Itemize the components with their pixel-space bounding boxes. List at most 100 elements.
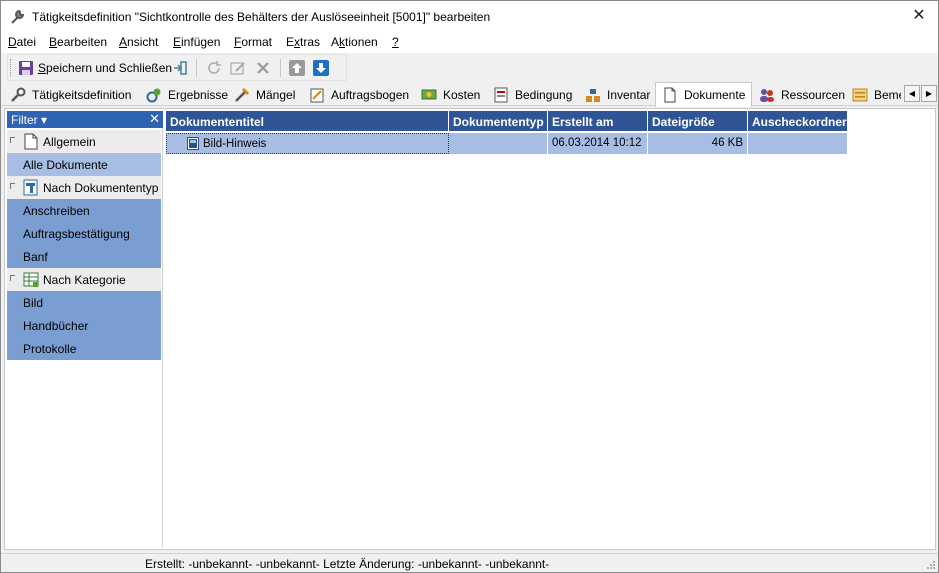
wrench-icon bbox=[11, 87, 26, 102]
tab-maengel[interactable]: Mängel bbox=[228, 84, 302, 106]
cell-dateigroesse[interactable]: 46 KB bbox=[648, 133, 748, 154]
tab-label: Bedingung bbox=[515, 88, 573, 102]
toolbar-separator bbox=[280, 59, 281, 77]
filter-item-label: Handbücher bbox=[23, 319, 89, 333]
tab-bedingung[interactable]: Bedingung bbox=[487, 84, 579, 106]
collapse-icon[interactable] bbox=[10, 183, 15, 189]
inventory-icon bbox=[586, 89, 600, 102]
filter-header: Filter ▾ ✕ bbox=[7, 111, 163, 128]
collapse-icon[interactable] bbox=[10, 275, 15, 281]
resources-icon bbox=[760, 89, 774, 102]
menu-datei[interactable]: Datei bbox=[8, 35, 36, 49]
wrench-icon bbox=[11, 9, 25, 24]
filter-item-protokolle[interactable]: Protokolle bbox=[7, 337, 161, 360]
table-row[interactable]: Bild-Hinweis bbox=[166, 133, 449, 154]
resize-grip-icon[interactable] bbox=[926, 560, 936, 570]
document-type-icon bbox=[23, 179, 38, 196]
main-window: Tätigkeitsdefinition "Sichtkontrolle des… bbox=[0, 0, 939, 573]
delete-button[interactable] bbox=[255, 58, 271, 78]
filter-group-label: Allgemein bbox=[43, 135, 96, 149]
tab-strip: Tätigkeitsdefinition Ergebnisse Mängel A… bbox=[1, 82, 938, 107]
status-bar: Erstellt: -unbekannt- -unbekannt- Letzte… bbox=[1, 553, 938, 572]
filter-group-allgemein[interactable]: Allgemein bbox=[7, 130, 161, 153]
save-and-close-button[interactable]: Speichern und Schließen bbox=[18, 58, 172, 78]
filter-item-label: Auftragsbestätigung bbox=[23, 227, 130, 241]
filter-item-handbuecher[interactable]: Handbücher bbox=[7, 314, 161, 337]
tab-ergebnisse[interactable]: Ergebnisse bbox=[140, 84, 235, 106]
refresh-icon bbox=[208, 61, 221, 74]
cell-erstellt-am[interactable]: 06.03.2014 10:12 bbox=[548, 133, 648, 154]
cell-auscheckordner[interactable] bbox=[748, 133, 848, 154]
condition-icon bbox=[494, 87, 508, 103]
status-text: Erstellt: -unbekannt- -unbekannt- Letzte… bbox=[145, 557, 550, 571]
document-icon bbox=[664, 87, 676, 103]
column-header-dokumententitel[interactable]: Dokumententitel bbox=[166, 111, 449, 131]
toolbar-grip[interactable] bbox=[10, 59, 13, 77]
menu-extras[interactable]: Extras bbox=[286, 35, 320, 49]
filter-item-label: Alle Dokumente bbox=[23, 158, 108, 172]
tab-kosten[interactable]: Kosten bbox=[415, 84, 487, 106]
column-header-dokumententyp[interactable]: Dokumententyp bbox=[449, 111, 548, 131]
filter-item-label: Anschreiben bbox=[23, 204, 90, 218]
results-icon bbox=[146, 88, 161, 103]
refresh-button[interactable] bbox=[206, 58, 222, 78]
menu-help[interactable]: ? bbox=[392, 35, 399, 49]
move-down-button[interactable] bbox=[313, 58, 329, 78]
filter-dropdown[interactable]: Filter ▾ bbox=[11, 113, 47, 127]
filter-group-dokumententyp[interactable]: Nach Dokumententyp bbox=[7, 176, 161, 199]
filter-item-bild[interactable]: Bild bbox=[7, 291, 161, 314]
window-title: Tätigkeitsdefinition "Sichtkontrolle des… bbox=[32, 10, 491, 24]
tab-label: Auftragsbogen bbox=[331, 88, 410, 102]
tab-inventar[interactable]: Inventar bbox=[579, 84, 657, 106]
tab-scroll-left-button[interactable]: ◀ bbox=[904, 85, 920, 102]
toolbar-separator bbox=[196, 59, 197, 77]
document-icon bbox=[24, 133, 38, 150]
tab-ressourcen[interactable]: Ressourcen bbox=[753, 84, 852, 106]
cell-dokumententitel: Bild-Hinweis bbox=[203, 137, 267, 150]
menu-bearbeiten[interactable]: Bearbeiten bbox=[49, 35, 107, 49]
filter-item-label: Banf bbox=[23, 250, 48, 264]
tab-dokumente[interactable]: Dokumente bbox=[655, 82, 753, 107]
menu-einfuegen[interactable]: Einfügen bbox=[173, 35, 220, 49]
column-header-erstellt-am[interactable]: Erstellt am bbox=[548, 111, 648, 131]
arrow-down-icon bbox=[313, 60, 329, 76]
tab-auftragsbogen[interactable]: Auftragsbogen bbox=[303, 84, 416, 106]
tab-taetigkeitsdefinition[interactable]: Tätigkeitsdefinition bbox=[4, 84, 138, 106]
menu-ansicht[interactable]: Ansicht bbox=[119, 35, 158, 49]
tab-scroll-right-button[interactable]: ▶ bbox=[921, 85, 937, 102]
tab-label: Inventar bbox=[607, 88, 651, 102]
save-icon bbox=[19, 61, 33, 75]
filter-item-auftragsbestaetigung[interactable]: Auftragsbestätigung bbox=[7, 222, 161, 245]
defects-icon bbox=[235, 87, 250, 102]
edit-icon bbox=[230, 62, 245, 75]
menu-format[interactable]: Format bbox=[234, 35, 272, 49]
tab-bemerkungen[interactable]: Beme bbox=[846, 84, 902, 106]
tab-label: Ergebnisse bbox=[168, 88, 229, 102]
menu-bar: Datei Bearbeiten Ansicht Einfügen Format… bbox=[1, 32, 938, 53]
edit-button[interactable] bbox=[230, 58, 246, 78]
filter-group-label: Nach Kategorie bbox=[43, 273, 126, 287]
filter-item-anschreiben[interactable]: Anschreiben bbox=[7, 199, 161, 222]
cell-dokumententyp[interactable] bbox=[449, 133, 548, 154]
tab-label: Mängel bbox=[256, 88, 296, 102]
filter-item-banf[interactable]: Banf bbox=[7, 245, 161, 268]
save-and-close-label: Speichern und Schließen bbox=[38, 61, 173, 75]
column-header-auscheckordner[interactable]: Auscheckordner bbox=[748, 111, 848, 131]
tab-label: Beme bbox=[874, 88, 901, 102]
close-button[interactable]: ✕ bbox=[906, 5, 932, 27]
title-bar: Tätigkeitsdefinition "Sichtkontrolle des… bbox=[1, 1, 938, 32]
costs-icon bbox=[421, 89, 437, 100]
column-header-dateigroesse[interactable]: Dateigröße bbox=[648, 111, 748, 131]
exit-button[interactable] bbox=[172, 58, 188, 78]
move-up-button[interactable] bbox=[289, 58, 305, 78]
tab-label: Dokumente bbox=[684, 88, 746, 102]
collapse-icon[interactable] bbox=[10, 137, 15, 143]
delete-icon bbox=[257, 62, 269, 74]
filter-close-button[interactable]: ✕ bbox=[149, 111, 160, 127]
menu-aktionen[interactable]: Aktionen bbox=[331, 35, 378, 49]
image-file-icon bbox=[187, 137, 199, 150]
filter-group-kategorie[interactable]: Nach Kategorie bbox=[7, 268, 161, 291]
filter-item-alle-dokumente[interactable]: Alle Dokumente bbox=[7, 153, 161, 176]
filter-group-label: Nach Dokumententyp bbox=[43, 181, 159, 195]
tab-label: Kosten bbox=[443, 88, 481, 102]
